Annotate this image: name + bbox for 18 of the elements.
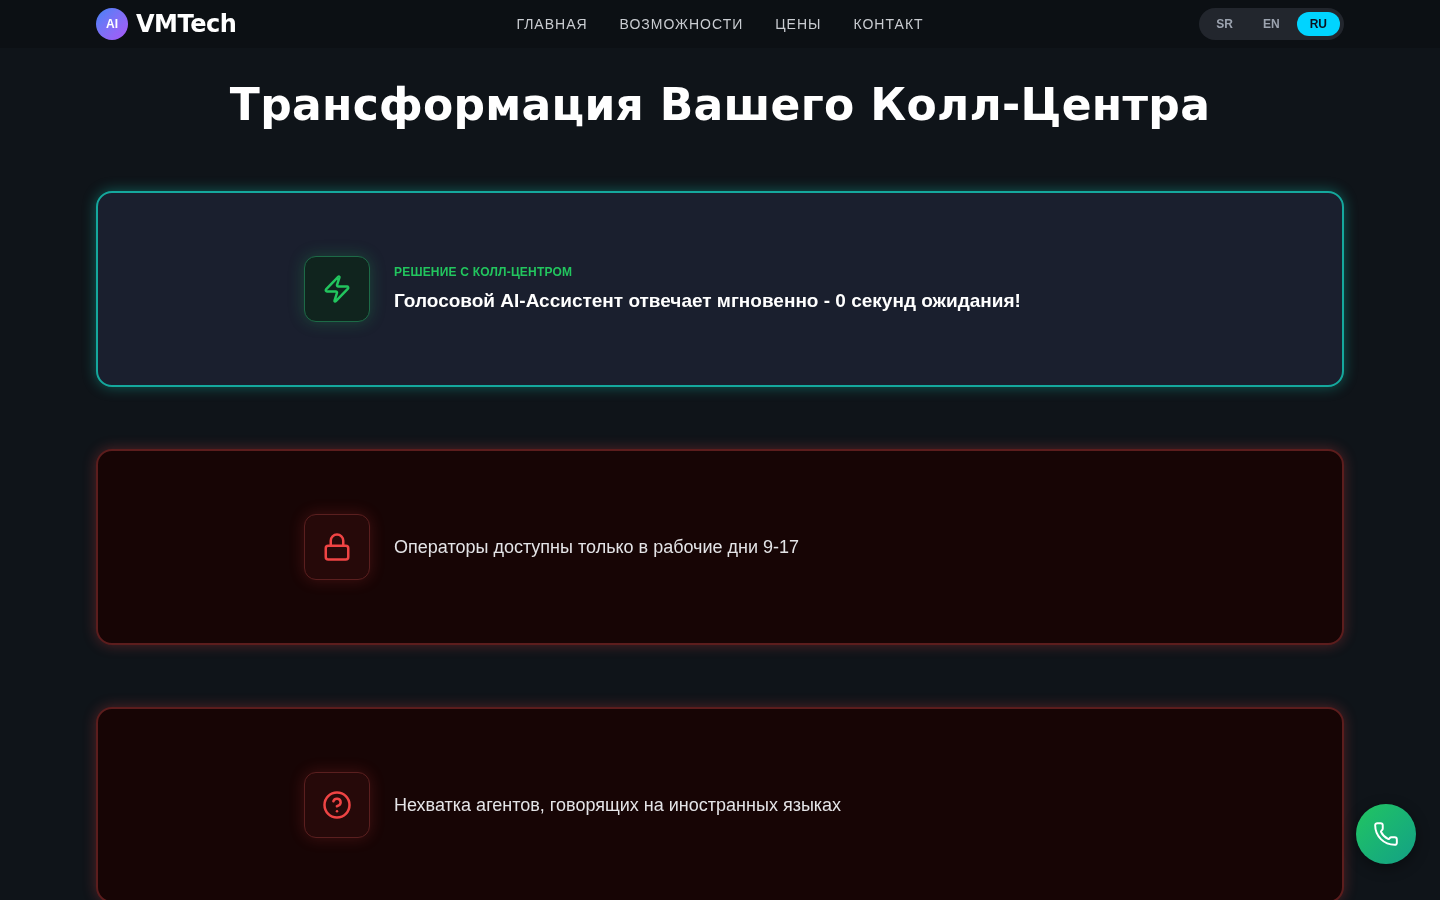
nav-link[interactable]: ВОЗМОЖНОСТИ [619,13,744,35]
lightning-icon [304,256,370,322]
nav-link[interactable]: ЦЕНЫ [775,13,822,35]
language-option[interactable]: EN [1250,12,1293,36]
card-title: Голосовой AI-Ассистент отвечает мгновенно - 0 секунд ожидания! [394,288,1021,313]
logo-badge: AI [96,8,128,40]
lock-icon [304,514,370,580]
call-button[interactable] [1356,804,1416,864]
card-text: Нехватка агентов, говорящих на иностранных языках [394,793,842,817]
nav-link[interactable]: ГЛАВНАЯ [516,13,588,35]
brand-name[interactable]: VMTech [136,6,237,42]
nav-link[interactable]: КОНТАКТ [853,13,924,35]
phone-icon [1373,821,1399,847]
language-option[interactable]: RU [1296,12,1340,36]
page-title: Трансформация Вашего Колл-Центра [228,78,1212,132]
language-option[interactable]: SR [1203,12,1246,36]
card-text: Операторы доступны только в рабочие дни 9-17 [394,535,800,559]
card-label: РЕШЕНИЕ С КОЛЛ-ЦЕНТРОМ [394,263,574,281]
